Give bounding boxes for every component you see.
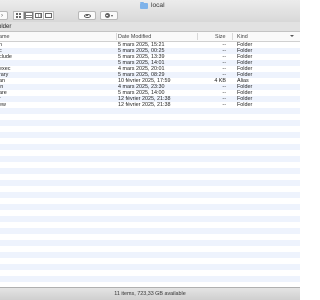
column-divider[interactable] bbox=[116, 33, 117, 40]
path-label: older bbox=[0, 23, 12, 30]
forward-button[interactable]: › bbox=[0, 11, 8, 20]
path-bar: older bbox=[0, 22, 300, 32]
table-row[interactable]: ew 12 février 2025, 21:38 -- Folder bbox=[0, 102, 300, 108]
grid-icon bbox=[16, 13, 21, 18]
gear-icon bbox=[104, 13, 110, 18]
chevron-right-icon: › bbox=[1, 12, 3, 19]
column-divider[interactable] bbox=[232, 33, 233, 40]
column-divider[interactable] bbox=[197, 33, 198, 40]
cover-flow-button[interactable] bbox=[43, 11, 54, 20]
finder-window: local › older ame Date Modi bbox=[0, 0, 300, 300]
columns-icon bbox=[35, 13, 42, 18]
eye-icon bbox=[83, 13, 91, 18]
status-text: 11 items, 723,33 GB available bbox=[114, 291, 186, 297]
folder-icon bbox=[140, 1, 148, 9]
quick-look-button[interactable] bbox=[78, 11, 96, 20]
kind-column-header[interactable]: Kind bbox=[237, 34, 248, 40]
window-title: local bbox=[140, 1, 165, 9]
file-list[interactable]: n 5 mars 2025, 15:21 -- Folder c 5 mars … bbox=[0, 42, 300, 287]
size-column-header[interactable]: Size bbox=[215, 34, 226, 40]
view-mode-selector bbox=[13, 11, 54, 20]
name-column-header[interactable]: ame bbox=[0, 34, 10, 40]
chevron-down-icon bbox=[111, 14, 114, 17]
date-column-header[interactable]: Date Modified bbox=[118, 34, 151, 40]
file-kind: Folder bbox=[237, 102, 253, 108]
status-bar: 11 items, 723,33 GB available bbox=[0, 287, 300, 300]
cover-flow-icon bbox=[45, 13, 52, 18]
window-title-label: local bbox=[151, 2, 165, 9]
file-name: ew bbox=[0, 102, 6, 108]
toolbar: › bbox=[0, 10, 300, 21]
file-size: -- bbox=[222, 102, 226, 108]
list-icon bbox=[25, 12, 32, 19]
action-menu-button[interactable] bbox=[100, 11, 118, 20]
title-bar[interactable]: local › bbox=[0, 0, 300, 23]
file-date: 12 février 2025, 21:38 bbox=[118, 102, 171, 108]
column-header: ame Date Modified Size Kind bbox=[0, 32, 300, 42]
sort-arrow-icon bbox=[290, 35, 294, 37]
